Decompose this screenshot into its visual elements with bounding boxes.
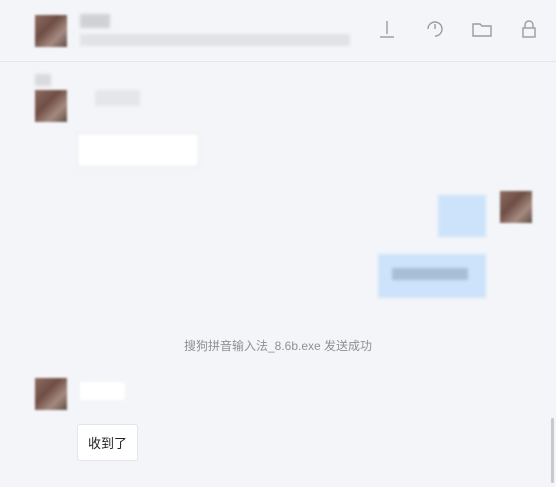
- chat-header: [0, 0, 556, 62]
- contact-name: [80, 14, 110, 28]
- sender-avatar[interactable]: [35, 90, 67, 122]
- file-sent-notice: 搜狗拼音输入法_8.6b.exe 发送成功: [183, 339, 373, 353]
- contact-avatar[interactable]: [35, 15, 67, 47]
- lock-icon[interactable]: [518, 18, 540, 40]
- sender-name: [95, 90, 140, 106]
- sender-name-2: [80, 382, 125, 400]
- timestamp: [35, 74, 51, 86]
- history-icon[interactable]: [424, 18, 446, 40]
- header-divider: [0, 61, 556, 62]
- sender-avatar-2[interactable]: [35, 378, 67, 410]
- contact-subtitle: [80, 34, 350, 46]
- outgoing-bubble-1: [438, 195, 486, 237]
- incoming-message-bubble[interactable]: 收到了: [77, 424, 139, 461]
- incoming-bubble-redacted: [77, 133, 199, 167]
- outgoing-bubble-2: [378, 254, 486, 298]
- my-avatar[interactable]: [500, 191, 532, 223]
- chat-scrollbar[interactable]: [551, 418, 554, 483]
- folder-icon[interactable]: [471, 18, 493, 40]
- download-icon[interactable]: [376, 18, 398, 40]
